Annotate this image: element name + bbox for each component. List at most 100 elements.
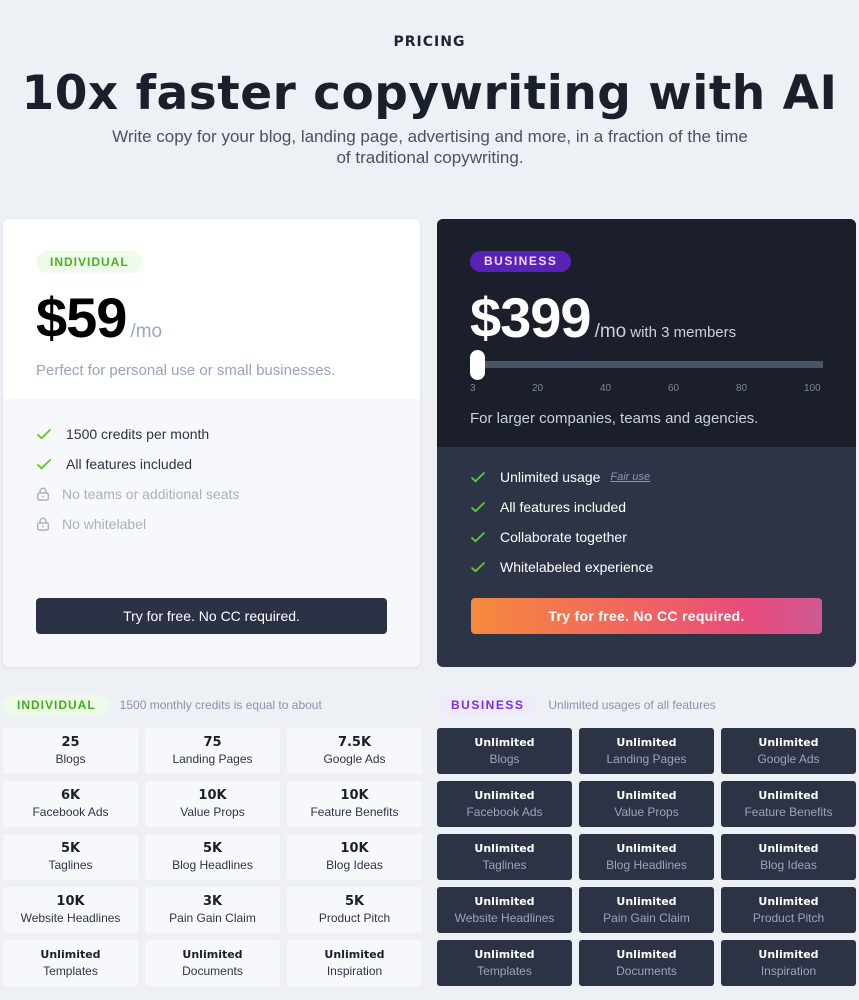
individual-try-free-button[interactable]: Try for free. No CC required. <box>36 598 387 634</box>
usage-tile: 5K Product Pitch <box>287 887 422 933</box>
usage-tile-label: Value Props <box>614 805 679 819</box>
usage-tile: Unlimited Landing Pages <box>579 728 714 774</box>
usage-tile-label: Facebook Ads <box>32 805 109 819</box>
usage-tile-value: Unlimited <box>616 948 677 961</box>
usage-tile: 3K Pain Gain Claim <box>145 887 280 933</box>
usage-tile-value: 75 <box>203 735 222 750</box>
usage-tile-value: Unlimited <box>616 895 677 908</box>
usage-tile: Unlimited Product Pitch <box>721 887 856 933</box>
individual-price: $59 /mo <box>36 285 162 350</box>
business-price: $399 /mo with 3 members <box>470 285 736 350</box>
usage-tile-value: Unlimited <box>474 948 535 961</box>
usage-tile: Unlimited Taglines <box>437 834 572 880</box>
members-slider[interactable] <box>470 350 823 380</box>
check-icon <box>470 471 496 483</box>
check-icon <box>470 561 496 573</box>
usage-tile: Unlimited Blog Headlines <box>579 834 714 880</box>
individual-usage-badge: INDIVIDUAL <box>3 694 110 715</box>
slider-thumb[interactable] <box>470 350 485 380</box>
usage-tile: Unlimited Blogs <box>437 728 572 774</box>
usage-tile: 10K Value Props <box>145 781 280 827</box>
usage-tile-label: Blog Ideas <box>760 858 817 872</box>
usage-tile-value: Unlimited <box>758 895 819 908</box>
usage-tile: Unlimited Documents <box>579 940 714 986</box>
slider-tick-labels: 3 20 40 60 80 100 <box>470 383 823 395</box>
usage-tile-value: 7.5K <box>337 735 372 750</box>
usage-tile: 5K Blog Headlines <box>145 834 280 880</box>
usage-tile: Unlimited Inspiration <box>287 940 422 986</box>
individual-price-unit: /mo <box>130 321 163 342</box>
usage-tile-label: Blog Headlines <box>172 858 253 872</box>
usage-tile-value: Unlimited <box>324 948 385 961</box>
usage-tile-value: Unlimited <box>616 736 677 749</box>
slider-tick-label: 40 <box>600 383 612 394</box>
usage-tile: Unlimited Google Ads <box>721 728 856 774</box>
individual-description: Perfect for personal use or small busine… <box>36 362 336 379</box>
usage-tile-value: Unlimited <box>758 736 819 749</box>
usage-tile: Unlimited Templates <box>437 940 572 986</box>
slider-tick-label: 3 <box>470 383 476 394</box>
individual-feature-list: 1500 credits per month All features incl… <box>36 419 239 539</box>
usage-tile-value: 6K <box>60 788 81 803</box>
check-icon <box>470 531 496 543</box>
usage-tile: 5K Taglines <box>3 834 138 880</box>
usage-tile-value: 5K <box>202 841 223 856</box>
slider-track[interactable] <box>476 361 823 368</box>
lock-icon <box>36 487 62 501</box>
check-icon <box>36 428 62 440</box>
slider-tick-label: 100 <box>804 383 821 394</box>
usage-tile-value: 10K <box>340 788 369 803</box>
individual-badge: INDIVIDUAL <box>36 251 143 273</box>
usage-tile-value: Unlimited <box>616 789 677 802</box>
slider-tick-label: 20 <box>532 383 544 394</box>
business-description: For larger companies, teams and agencies… <box>470 410 759 427</box>
usage-tile-value: 10K <box>340 841 369 856</box>
usage-tile: Unlimited Website Headlines <box>437 887 572 933</box>
feature-item: Collaborate together <box>470 522 653 552</box>
usage-tile: Unlimited Documents <box>145 940 280 986</box>
feature-text: Unlimited usage <box>500 469 601 485</box>
usage-tile: Unlimited Blog Ideas <box>721 834 856 880</box>
usage-tile-value: Unlimited <box>758 948 819 961</box>
business-usage-badge: BUSINESS <box>437 694 539 715</box>
lock-icon <box>36 517 62 531</box>
feature-text: Whitelabeled experience <box>500 559 654 575</box>
usage-tile-label: Blog Ideas <box>326 858 383 872</box>
individual-usage-note: 1500 monthly credits is equal to about <box>119 697 322 712</box>
usage-tile-value: Unlimited <box>474 895 535 908</box>
usage-tile-label: Feature Benefits <box>310 805 399 819</box>
usage-tile-value: Unlimited <box>474 736 535 749</box>
business-usage-header: BUSINESS Unlimited usages of all feature… <box>437 694 716 715</box>
usage-tile: 10K Website Headlines <box>3 887 138 933</box>
usage-tile-label: Facebook Ads <box>466 805 543 819</box>
page-subtitle: Write copy for your blog, landing page, … <box>112 127 748 167</box>
fair-use-link[interactable]: Fair use <box>610 471 650 483</box>
usage-tile: Unlimited Value Props <box>579 781 714 827</box>
feature-text: All features included <box>500 499 627 515</box>
usage-tile-value: Unlimited <box>474 789 535 802</box>
usage-tile-value: 10K <box>198 788 227 803</box>
usage-tile-label: Value Props <box>180 805 245 819</box>
business-plan-card: BUSINESS $399 /mo with 3 members 3 20 40… <box>437 219 856 667</box>
usage-tile: 10K Blog Ideas <box>287 834 422 880</box>
feature-text: Collaborate together <box>500 529 627 545</box>
usage-tile: 7.5K Google Ads <box>287 728 422 774</box>
business-try-free-button[interactable]: Try for free. No CC required. <box>471 598 822 634</box>
usage-tile: Unlimited Inspiration <box>721 940 856 986</box>
usage-tile-label: Inspiration <box>326 964 383 978</box>
feature-item: 1500 credits per month <box>36 419 239 449</box>
usage-tile-value: Unlimited <box>616 842 677 855</box>
usage-tile: 25 Blogs <box>3 728 138 774</box>
feature-item: No whitelabel <box>36 509 239 539</box>
usage-tile-label: Blog Headlines <box>606 858 687 872</box>
usage-tile-label: Documents <box>616 964 677 978</box>
business-badge: BUSINESS <box>470 251 572 272</box>
feature-text: All features included <box>66 456 193 472</box>
individual-plan-card: INDIVIDUAL $59 /mo Perfect for personal … <box>3 219 420 667</box>
usage-tile-value: Unlimited <box>758 789 819 802</box>
check-icon <box>470 501 496 513</box>
usage-tile-label: Landing Pages <box>172 752 253 766</box>
usage-tile-label: Feature Benefits <box>744 805 833 819</box>
usage-tile-label: Pain Gain Claim <box>169 911 256 925</box>
usage-tile-label: Taglines <box>482 858 527 872</box>
